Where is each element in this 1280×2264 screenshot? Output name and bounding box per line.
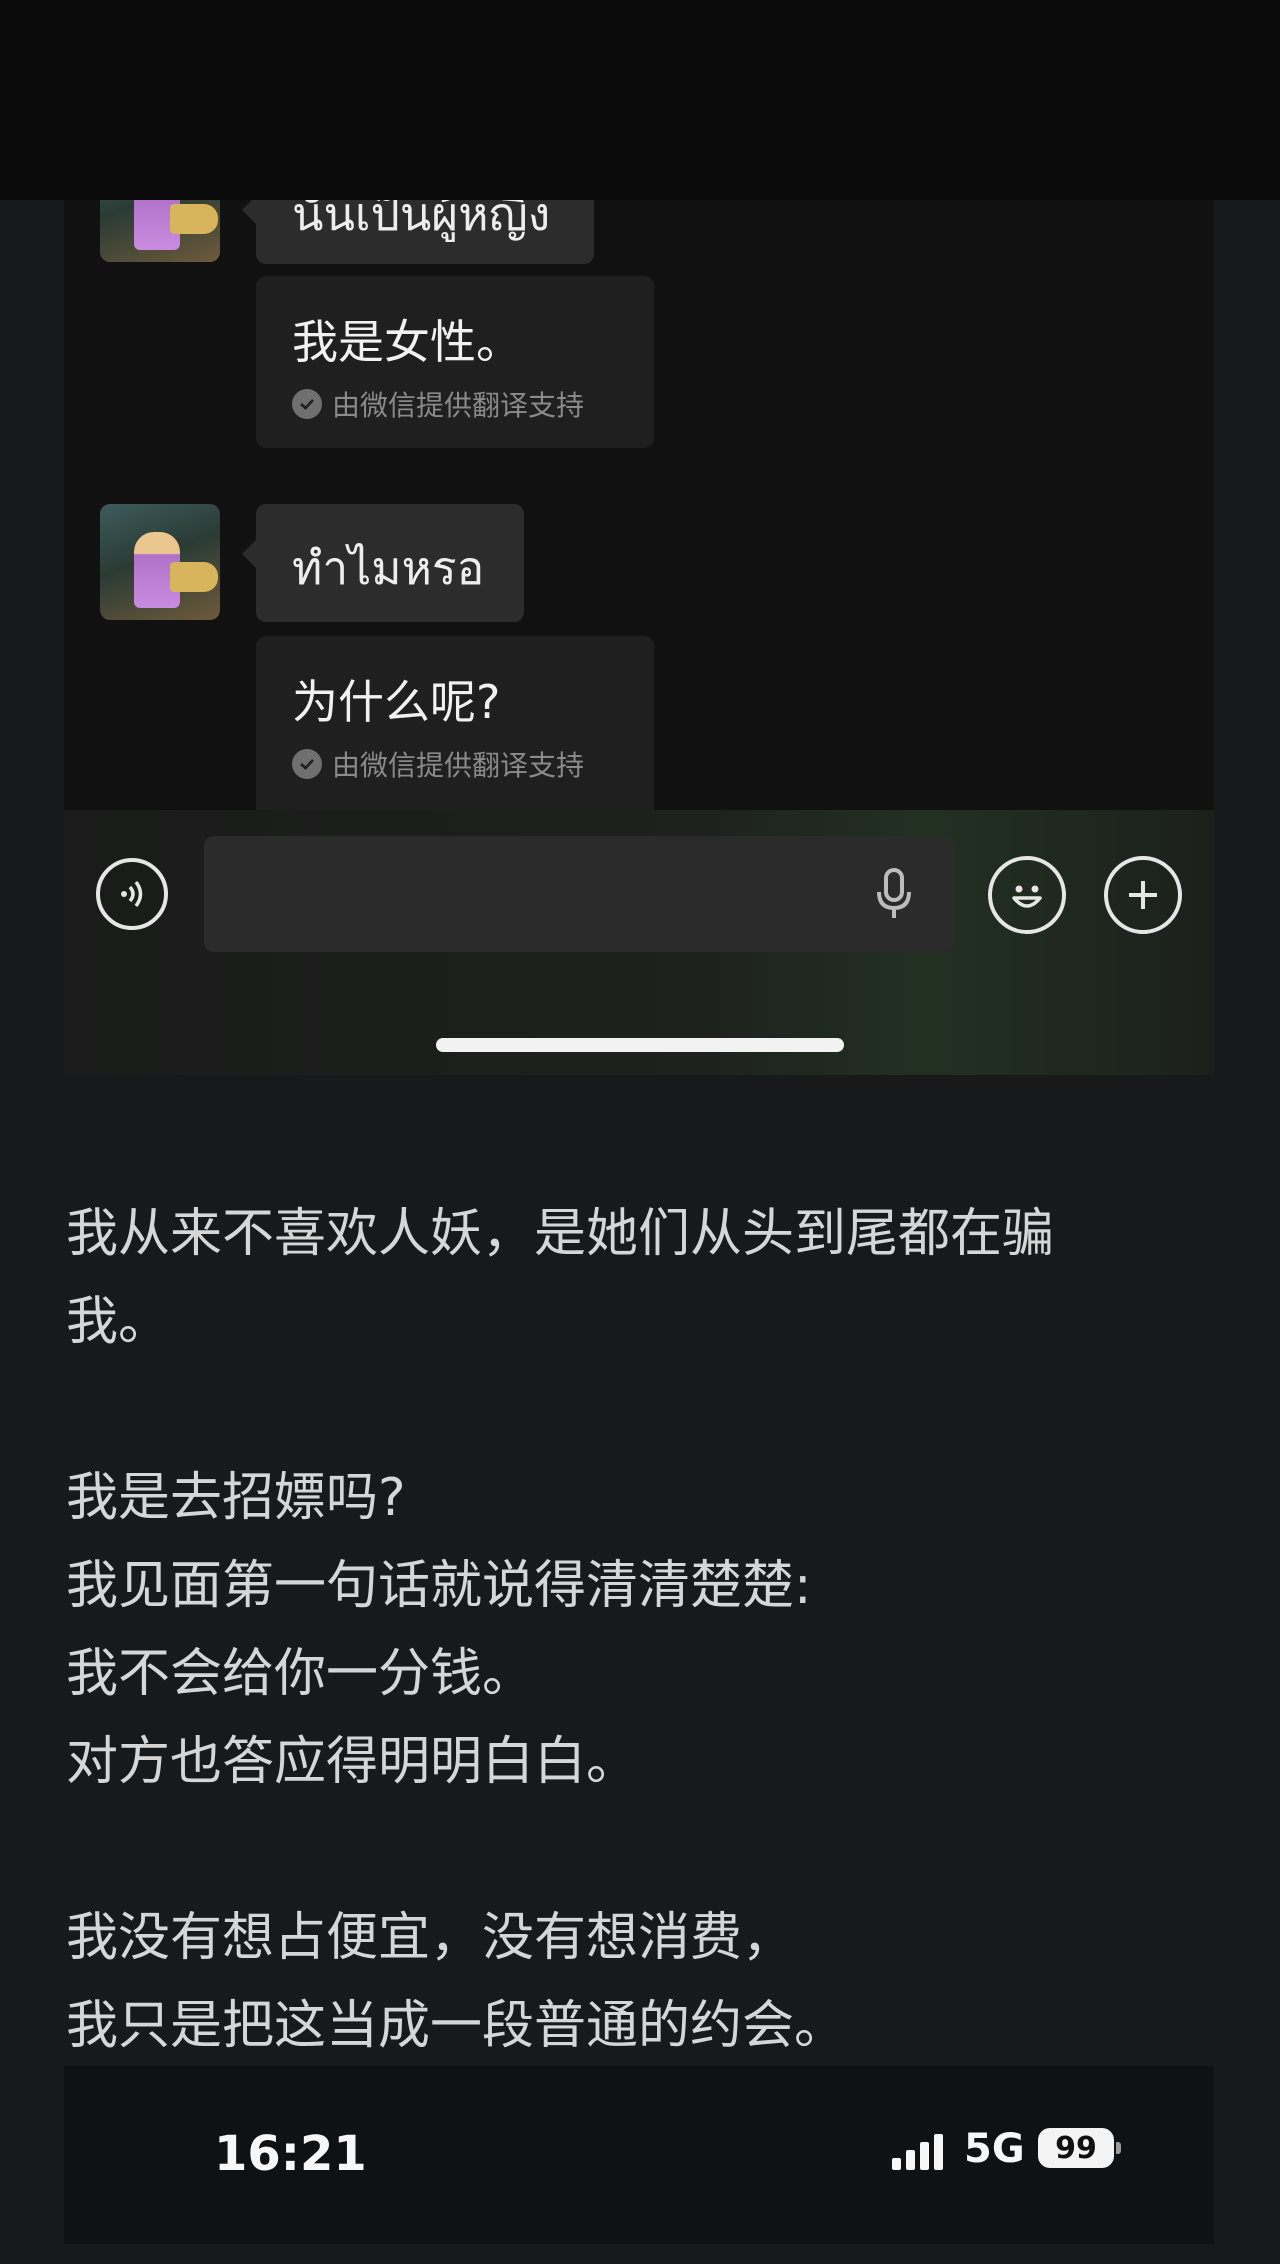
message-bubble[interactable]: นั่นเป็นผู้หญิง — [242, 200, 594, 264]
status-bar: 16:21 5G 99 — [64, 2066, 1214, 2244]
chat-screenshot: นั่นเป็นผู้หญิง 我是女性。 由微信提供翻译支持 ทำไมหรอ … — [64, 200, 1214, 1075]
home-indicator[interactable] — [436, 1038, 844, 1052]
message-input[interactable] — [204, 836, 954, 952]
message-text: นั่นเป็นผู้หญิง — [292, 200, 551, 241]
message-bubble[interactable]: ทำไมหรอ — [242, 504, 524, 622]
article-line: 我从来不喜欢人妖，是她们从头到尾都在骗 — [66, 1204, 1055, 1264]
article-line: 我只是把这当成一段普通的约会。 — [66, 1996, 847, 2056]
smiley-icon[interactable] — [988, 856, 1066, 934]
translation-credit: 由微信提供翻译支持 — [292, 384, 584, 424]
network-type: 5G — [964, 2126, 1025, 2172]
translation-bubble[interactable]: 为什么呢? 由微信提供翻译支持 — [256, 636, 654, 826]
translation-credit: 由微信提供翻译支持 — [292, 744, 584, 784]
translation-credit-text: 由微信提供翻译支持 — [332, 389, 585, 422]
article-line: 我见面第一句话就说得清清楚楚: — [66, 1556, 812, 1616]
message-text: ทำไมหรอ — [292, 541, 485, 595]
article-body: 我从来不喜欢人妖，是她们从头到尾都在骗 我。 我是去招嫖吗? 我见面第一句话就说… — [66, 1190, 1226, 2070]
battery-icon: 99 — [1038, 2128, 1114, 2168]
voice-waves-icon[interactable] — [96, 858, 168, 930]
chat-input-bar — [64, 810, 1214, 1075]
check-icon — [292, 389, 322, 419]
contact-avatar[interactable] — [100, 200, 220, 262]
cellular-signal-icon — [892, 2134, 943, 2170]
microphone-icon[interactable] — [872, 866, 916, 922]
battery-tip — [1116, 2142, 1121, 2154]
article-line: 我不会给你一分钱。 — [66, 1644, 535, 1704]
battery-level: 99 — [1055, 2130, 1097, 2166]
message-list: นั่นเป็นผู้หญิง 我是女性。 由微信提供翻译支持 ทำไมหรอ … — [64, 200, 1214, 826]
article-line: 我。 — [66, 1292, 171, 1352]
clock-time: 16:21 — [214, 2126, 367, 2182]
translation-text: 为什么呢? — [292, 675, 501, 729]
translation-text: 我是女性。 — [292, 315, 522, 369]
check-icon — [292, 749, 322, 779]
article-line: 我是去招嫖吗? — [66, 1468, 406, 1528]
translation-bubble[interactable]: 我是女性。 由微信提供翻译支持 — [256, 276, 654, 448]
top-black-band — [0, 0, 1280, 200]
contact-avatar[interactable] — [100, 504, 220, 620]
translation-credit-text: 由微信提供翻译支持 — [332, 749, 585, 782]
plus-circle-icon[interactable] — [1104, 856, 1182, 934]
article-line: 我没有想占便宜，没有想消费， — [66, 1908, 795, 1968]
article-line: 对方也答应得明明白白。 — [66, 1732, 639, 1792]
